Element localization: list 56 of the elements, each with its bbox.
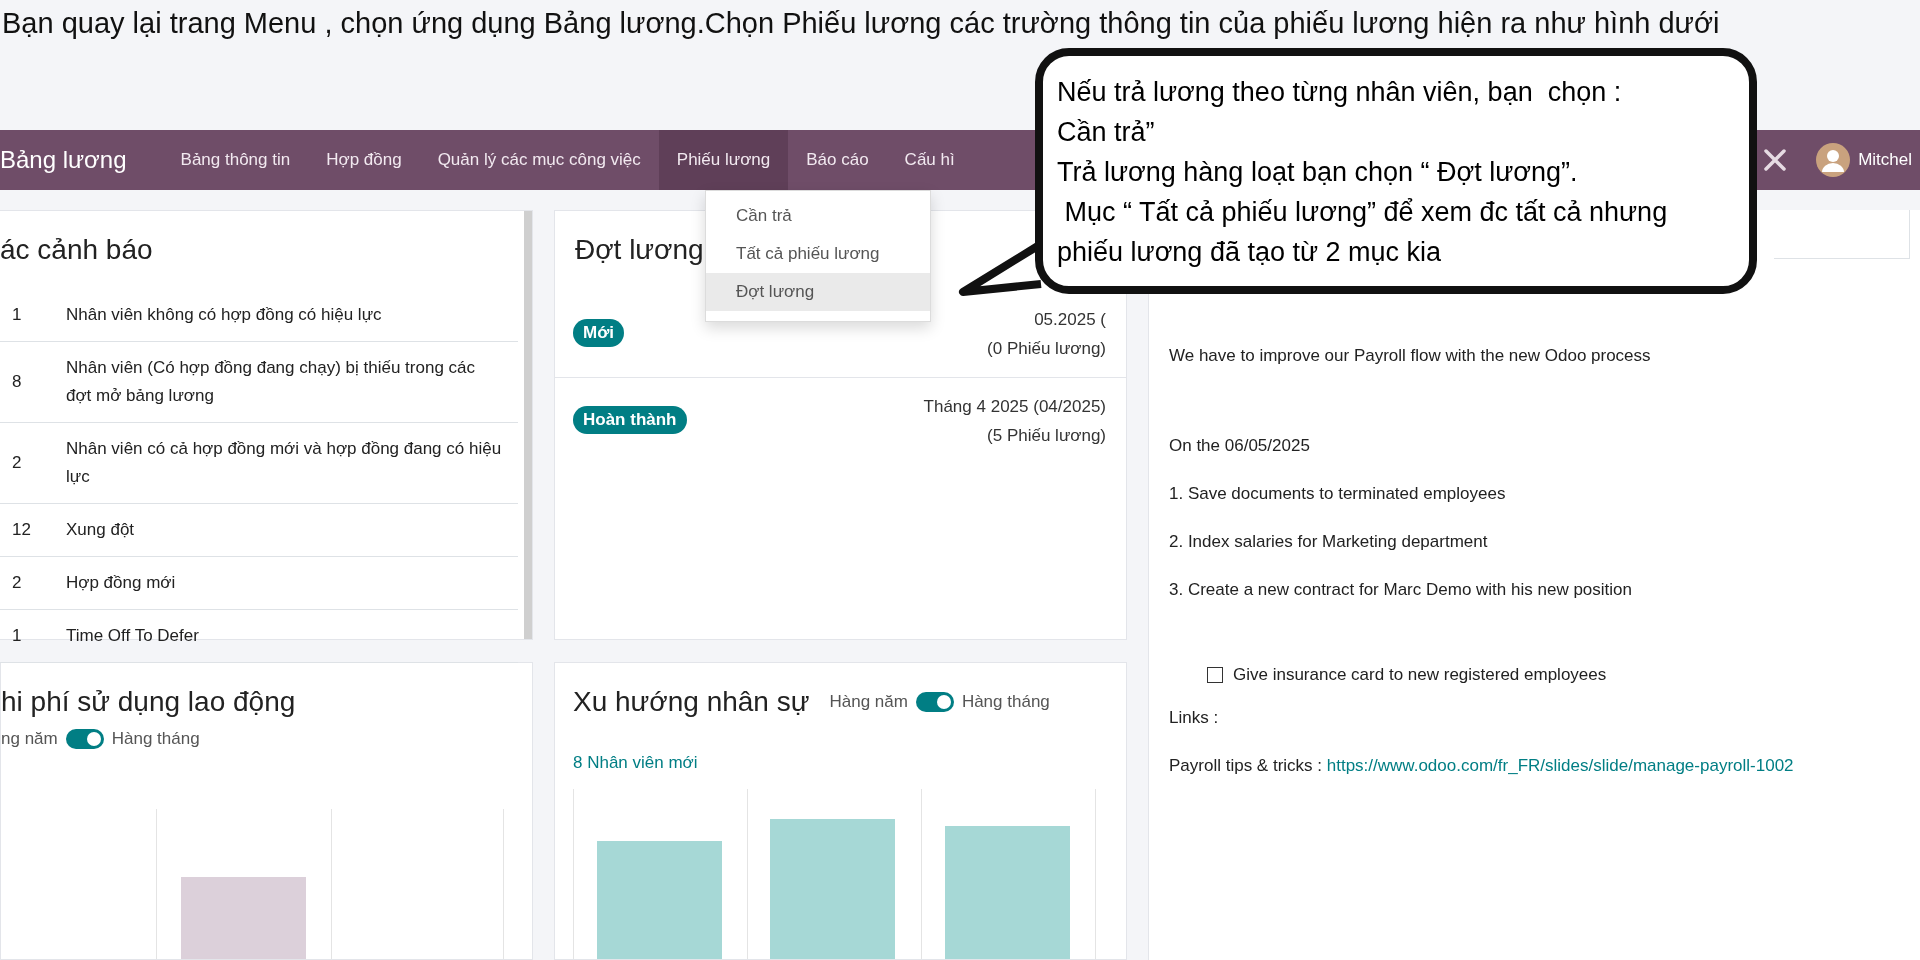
alert-count[interactable]: 2 <box>0 449 66 477</box>
menu-item[interactable]: Phiếu lương <box>658 130 789 190</box>
alert-count[interactable]: 2 <box>0 569 66 597</box>
note-text: We have to improve our Payroll flow with the new Odoo process <box>1169 345 1652 367</box>
summary-link[interactable]: 8 Nhân viên mới <box>573 753 698 773</box>
note-text: 1. Save documents to terminated employees <box>1169 483 1507 505</box>
avatar-icon[interactable] <box>1816 143 1851 177</box>
alert-text[interactable]: Xung đột <box>66 516 518 544</box>
dropdown-item[interactable]: Cần trả <box>706 197 930 235</box>
menu-item[interactable]: Cấu hì <box>886 130 973 190</box>
scrollbar[interactable] <box>524 211 532 639</box>
card-title: hi phí sử dụng lao động <box>1 685 296 719</box>
toggle-switch[interactable] <box>65 729 104 749</box>
batch-period[interactable]: Tháng 4 2025 (04/2025) <box>923 392 1106 421</box>
alert-text[interactable]: Nhân viên không có hợp đồng có hiệu lực <box>66 301 518 329</box>
dropdown-item[interactable]: Đợt lương <box>706 273 930 311</box>
toggle-label: Hàng tháng <box>111 729 200 749</box>
link-label: Payroll tips & tricks : <box>1169 756 1324 775</box>
status-badge: Hoàn thành <box>573 406 687 434</box>
menu-item[interactable]: Bảng thông tin <box>162 130 309 190</box>
dropdown-item[interactable]: Tất cả phiếu lương <box>706 235 930 273</box>
payslip-count: (0 Phiếu lương) <box>987 338 1106 360</box>
tips-link[interactable]: https://www.odoo.com/fr_FR/slides/slide/manage-payroll-1002 <box>1326 756 1794 775</box>
toggle-switch[interactable] <box>915 692 954 712</box>
card-title: ác cảnh báo <box>0 233 154 267</box>
alert-count[interactable]: 8 <box>0 368 66 396</box>
alert-count[interactable]: 1 <box>0 622 66 650</box>
tools-icon[interactable] <box>1762 147 1789 173</box>
alert-text[interactable]: Time Off To Defer <box>66 622 518 650</box>
menu-item[interactable]: Hợp đồng <box>308 130 420 190</box>
payslip-count: (5 Phiếu lương) <box>987 425 1106 447</box>
menu-item[interactable]: Báo cáo <box>788 130 887 190</box>
status-badge: Mới <box>573 319 624 347</box>
menu-item[interactable]: Quản lý các mục công việc <box>419 130 659 190</box>
note-text: 2. Index salaries for Marketing department <box>1169 531 1489 553</box>
alert-count[interactable]: 1 <box>0 301 66 329</box>
checklist-label: Give insurance card to new registered employees <box>1233 665 1607 685</box>
card-title: Đợt lương <box>575 233 704 267</box>
alert-text[interactable]: Nhân viên có cả hợp đồng mới và hợp đồng đang có hiệu lực <box>66 435 518 491</box>
alert-text[interactable]: Hợp đồng mới <box>66 569 518 597</box>
callout-text: Nếu trả lương theo từng nhân viên, bạn chọn : Cần trả” Trả lương hàng loạt bạn chọn “ Đợt lương”. Mục “ Tất cả phiếu lương” để xem đc tất cả nhưng phiếu lương đã tạo từ 2 mục kia <box>1057 76 1669 269</box>
toggle-label: Hàng tháng <box>961 692 1050 712</box>
toggle-label: Hàng năm <box>829 692 908 712</box>
batch-period[interactable]: 05.2025 ( <box>1034 305 1106 334</box>
alert-text[interactable]: Nhân viên (Có hợp đồng đang chạy) bị thiếu trong các đợt mở bảng lương <box>66 354 518 410</box>
checkbox[interactable] <box>1207 667 1223 683</box>
toggle-label: ng năm <box>1 729 58 749</box>
links-label: Links : <box>1169 707 1220 729</box>
note-title-field[interactable] <box>1774 210 1910 259</box>
user-name[interactable]: Mitchel <box>1858 150 1912 170</box>
note-text: On the 06/05/2025 <box>1169 435 1311 457</box>
app-name[interactable]: Bảng lương <box>0 146 163 174</box>
note-text: 3. Create a new contract for Marc Demo with his new position <box>1169 579 1633 601</box>
instruction-text: Bạn quay lại trang Menu , chọn ứng dụng Bảng lương.Chọn Phiếu lương các trường thông tin của phiếu lương hiện ra như hình dưới <box>1 6 1720 41</box>
card-title: Xu hướng nhân sự <box>573 685 810 719</box>
alert-count[interactable]: 12 <box>0 516 66 544</box>
